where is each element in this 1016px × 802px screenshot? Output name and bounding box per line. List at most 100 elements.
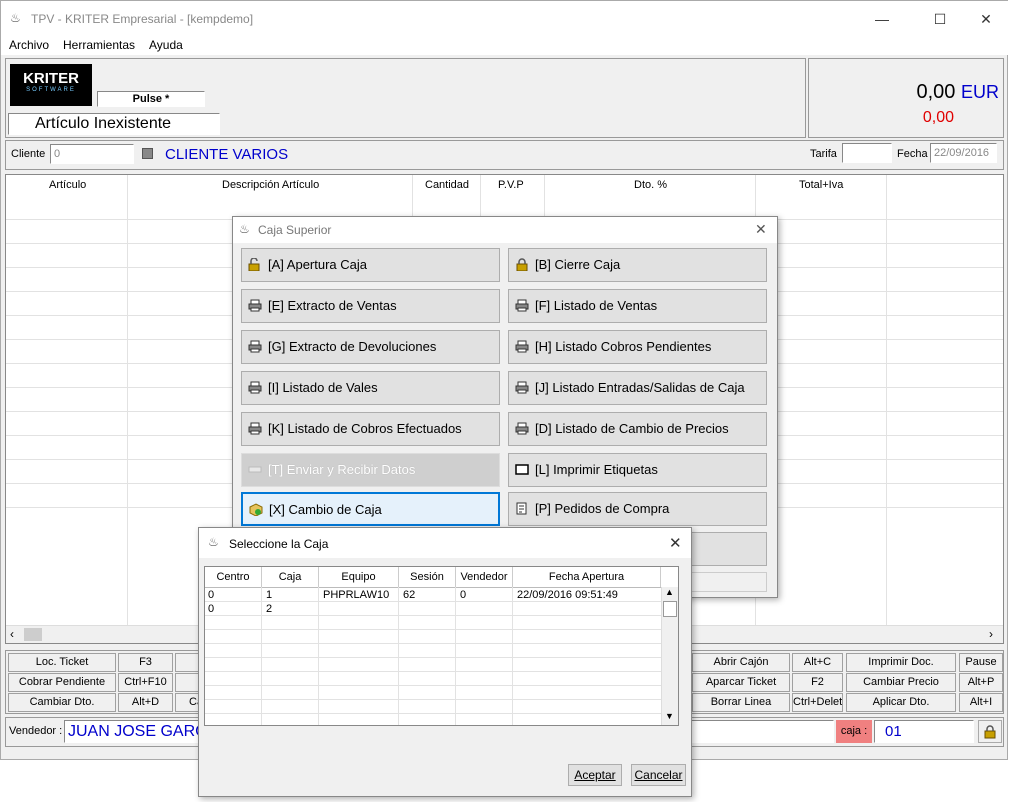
aceptar-button[interactable]: Aceptar — [568, 764, 622, 786]
article-status: Artículo Inexistente — [8, 113, 220, 135]
abrir-cajon-button[interactable]: Abrir Cajón — [692, 653, 790, 672]
cliente-input[interactable]: 0 — [50, 144, 134, 164]
scroll-right-icon[interactable]: › — [989, 627, 993, 641]
listado-ventas-label: [F] Listado de Ventas — [535, 298, 658, 313]
extracto-devoluciones-label: [G] Extracto de Devoluciones — [268, 339, 437, 354]
total-currency: EUR — [960, 82, 999, 102]
logo-text: KRITER — [23, 70, 79, 87]
cambiar-dto-button[interactable]: Cambiar Dto. — [8, 693, 116, 712]
borrar-linea-key: Ctrl+Delete — [792, 693, 843, 712]
cambiar-dto-key: Alt+D — [118, 693, 173, 712]
select-dialog-title: Seleccione la Caja — [229, 537, 329, 551]
row2-centro: 0 — [208, 603, 215, 615]
menu-ayuda[interactable]: Ayuda — [149, 38, 183, 52]
listado-cobros-efectuados-label: [K] Listado de Cobros Efectuados — [268, 421, 462, 436]
caja-dialog-titlebar: ♨ Caja Superior ✕ — [233, 217, 777, 243]
enviar-recibir-datos-button: [T] Enviar y Recibir Datos — [241, 453, 500, 487]
col-descripcion: Descripción Artículo — [222, 179, 320, 191]
col-pvp: P.V.P — [498, 179, 524, 191]
caja-table[interactable]: Centro Caja Equipo Sesión Vendedor Fecha… — [204, 566, 679, 726]
caja-dialog-close-icon[interactable]: ✕ — [755, 221, 767, 238]
fecha-input[interactable]: 22/09/2016 — [930, 143, 997, 163]
listado-vales-label: [I] Listado de Vales — [268, 380, 378, 395]
scroll-down-icon[interactable]: ▼ — [665, 711, 674, 721]
cliente-checkbox[interactable] — [142, 148, 153, 159]
lock-button[interactable] — [978, 720, 1002, 743]
caja-field[interactable]: 01 — [874, 720, 974, 743]
col-cantidad: Cantidad — [425, 179, 470, 191]
row1-sesion: 62 — [403, 589, 416, 601]
aplicar-dto-button[interactable]: Aplicar Dto. — [846, 693, 956, 712]
listado-ventas-button[interactable]: [F] Listado de Ventas — [508, 289, 767, 323]
printer-icon — [515, 299, 529, 312]
th-vendedor: Vendedor — [456, 567, 513, 587]
imprimir-etiquetas-button[interactable]: [L] Imprimir Etiquetas — [508, 453, 767, 487]
table-scroll-thumb[interactable] — [663, 601, 677, 617]
cobrar-pendiente-button[interactable]: Cobrar Pendiente — [8, 673, 116, 692]
hidden-button-1[interactable] — [175, 653, 199, 672]
scroll-left-icon[interactable]: ‹ — [10, 627, 14, 641]
scroll-thumb[interactable] — [24, 628, 42, 641]
extracto-ventas-button[interactable]: [E] Extracto de Ventas — [241, 289, 500, 323]
hidden-button-2[interactable] — [175, 673, 199, 692]
row1-equipo: PHPRLAW10 — [323, 589, 390, 601]
listado-cobros-pendientes-label: [H] Listado Cobros Pendientes — [535, 339, 712, 354]
printer-icon — [248, 381, 262, 394]
aparcar-ticket-button[interactable]: Aparcar Ticket — [692, 673, 790, 692]
col-dto: Dto. % — [634, 179, 668, 191]
table-vscrollbar[interactable]: ▲ ▼ — [661, 587, 678, 725]
cancelar-button[interactable]: Cancelar — [631, 764, 686, 786]
transfer-icon — [248, 466, 262, 473]
cambiar-precio-key: Alt+P — [959, 673, 1003, 692]
th-caja: Caja — [262, 567, 319, 587]
menu-herramientas[interactable]: Herramientas — [63, 38, 135, 52]
seleccione-caja-dialog: ♨ Seleccione la Caja ✕ Centro Caja Equip… — [198, 527, 692, 797]
aplicar-dto-key: Alt+I — [959, 693, 1003, 712]
cobrar-pendiente-key: Ctrl+F10 — [118, 673, 173, 692]
loc-ticket-button[interactable]: Loc. Ticket — [8, 653, 116, 672]
tarifa-label: Tarifa — [810, 148, 837, 160]
extracto-devoluciones-button[interactable]: [G] Extracto de Devoluciones — [241, 330, 500, 364]
borrar-linea-button[interactable]: Borrar Linea — [692, 693, 790, 712]
th-fecha-apertura: Fecha Apertura — [513, 567, 661, 587]
printer-icon — [515, 340, 529, 353]
listado-entradas-salidas-button[interactable]: [J] Listado Entradas/Salidas de Caja — [508, 371, 767, 405]
pedidos-compra-button[interactable]: [P] Pedidos de Compra — [508, 492, 767, 526]
lock-icon — [984, 725, 996, 739]
caja-label-box: caja : — [836, 720, 872, 743]
listado-cambio-precios-button[interactable]: [D] Listado de Cambio de Precios — [508, 412, 767, 446]
hidden-button-3[interactable]: Ca — [175, 693, 199, 712]
label-icon — [515, 464, 529, 475]
cambiar-precio-button[interactable]: Cambiar Precio — [846, 673, 956, 692]
total-amount: 0,00 EUR — [861, 81, 999, 104]
abrir-cajon-key: Alt+C — [792, 653, 843, 672]
cambio-caja-label: [X] Cambio de Caja — [269, 502, 382, 517]
minimize-button[interactable]: — — [867, 7, 897, 31]
listado-entradas-salidas-label: [J] Listado Entradas/Salidas de Caja — [535, 380, 745, 395]
caja-label: caja : — [840, 725, 868, 737]
vendedor-value: JUAN JOSE GARC — [68, 723, 207, 740]
cliente-input-value: 0 — [54, 148, 61, 160]
select-dialog-close-icon[interactable]: ✕ — [669, 534, 682, 552]
th-sesion: Sesión — [399, 567, 456, 587]
logo: KRITER SOFTWARE — [10, 64, 92, 106]
close-button[interactable]: ✕ — [971, 7, 1001, 31]
apertura-caja-button[interactable]: [A] Apertura Caja — [241, 248, 500, 282]
printer-icon — [248, 340, 262, 353]
box-icon — [249, 503, 263, 516]
pedidos-compra-label: [P] Pedidos de Compra — [535, 501, 670, 516]
cierre-caja-button[interactable]: [B] Cierre Caja — [508, 248, 767, 282]
printer-icon — [515, 381, 529, 394]
listado-vales-button[interactable]: [I] Listado de Vales — [241, 371, 500, 405]
scroll-up-icon[interactable]: ▲ — [665, 587, 674, 597]
maximize-button[interactable]: ☐ — [925, 7, 955, 31]
col-total: Total+Iva — [799, 179, 844, 191]
imprimir-doc-button[interactable]: Imprimir Doc. — [846, 653, 956, 672]
listado-cobros-efectuados-button[interactable]: [K] Listado de Cobros Efectuados — [241, 412, 500, 446]
cambio-caja-button[interactable]: [X] Cambio de Caja — [241, 492, 500, 526]
tarifa-input[interactable] — [842, 143, 892, 163]
pulse-box[interactable]: Pulse * — [97, 91, 205, 107]
menu-archivo[interactable]: Archivo — [9, 38, 49, 52]
listado-cobros-pendientes-button[interactable]: [H] Listado Cobros Pendientes — [508, 330, 767, 364]
fecha-label: Fecha — [897, 148, 928, 160]
